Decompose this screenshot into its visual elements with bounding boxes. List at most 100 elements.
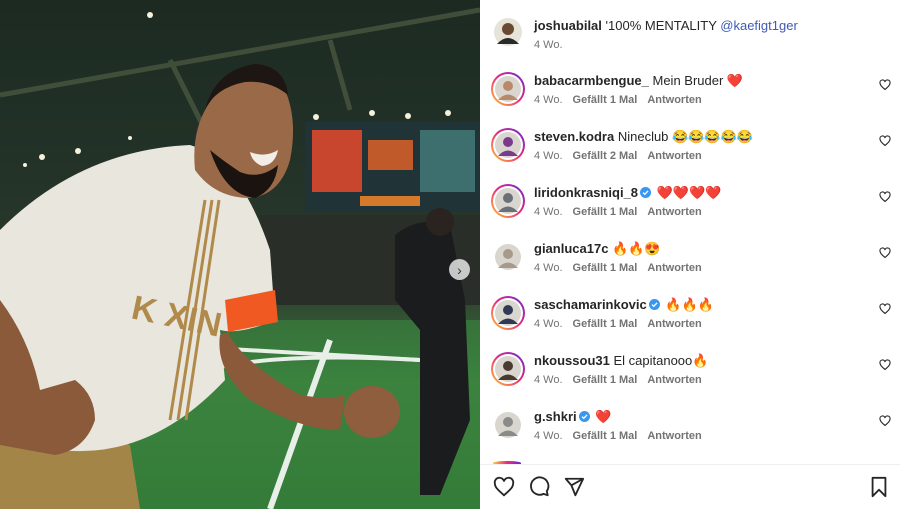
comment-text-line: steven.kodra Nineclub 😂😂😂😂😂: [534, 128, 753, 145]
author-avatar-image: [494, 18, 522, 46]
caption-mention[interactable]: @kaefigt1ger: [720, 18, 798, 33]
comment-meta: 4 Wo. Gefällt 1 Mal Antworten: [534, 430, 712, 442]
post-action-bar: [493, 476, 585, 498]
comment-time[interactable]: 4 Wo.: [534, 206, 563, 218]
comment-like-heart-icon[interactable]: [879, 79, 891, 91]
reply-button[interactable]: Antworten: [647, 206, 701, 218]
comment-meta: 4 Wo. Gefällt 1 Mal Antworten: [534, 318, 714, 330]
chevron-right-icon: ›: [457, 261, 462, 278]
comment-item: nkoussou31 El capitanooo🔥 4 Wo. Gefällt 1 …: [491, 352, 891, 386]
comment-text-line: saschamarinkovic 🔥🔥🔥: [534, 296, 714, 313]
reply-button[interactable]: Antworten: [647, 430, 701, 442]
reply-button[interactable]: Antworten: [647, 94, 701, 106]
avatar-image: [495, 132, 521, 158]
heart-icon[interactable]: [493, 476, 515, 498]
comment-text: ❤️❤️❤️❤️: [656, 185, 722, 200]
caption-text-line: joshuabilal '100% MENTALITY @kaefigt1ger: [534, 17, 798, 34]
next-photo-button[interactable]: ›: [449, 259, 470, 280]
comment-time[interactable]: 4 Wo.: [534, 150, 563, 162]
divider: [480, 464, 900, 465]
comment-item: babacarmbengue_ Mein Bruder ❤️ 4 Wo. Gefäl…: [491, 72, 891, 106]
post-caption: joshuabilal '100% MENTALITY @kaefigt1ger…: [493, 17, 798, 51]
verified-badge-icon: [640, 187, 652, 198]
avatar-image: [495, 356, 521, 382]
comment-time[interactable]: 4 Wo.: [534, 94, 563, 106]
comment-text: 🔥🔥😍: [612, 241, 661, 256]
comment-username[interactable]: g.shkri: [534, 409, 577, 424]
comment-username[interactable]: nkoussou31: [534, 353, 610, 368]
comment-meta: 4 Wo. Gefällt 1 Mal Antworten: [534, 262, 712, 274]
avatar[interactable]: [491, 184, 525, 218]
comment-meta: 4 Wo. Gefällt 1 Mal Antworten: [534, 206, 721, 218]
comment-like-heart-icon[interactable]: [879, 415, 891, 427]
reply-button[interactable]: Antworten: [647, 150, 701, 162]
comment-item: g.shkri ❤️ 4 Wo. Gefällt 1 Mal Antworten: [491, 408, 891, 442]
comment-meta: 4 Wo. Gefällt 1 Mal Antworten: [534, 94, 743, 106]
comment-text-line: g.shkri ❤️: [534, 408, 712, 425]
avatar[interactable]: [491, 352, 525, 386]
comment-text-line: gianluca17c 🔥🔥😍: [534, 240, 712, 257]
reply-button[interactable]: Antworten: [647, 318, 701, 330]
comment-text-line: nkoussou31 El capitanooo🔥: [534, 352, 712, 369]
comment-like-heart-icon[interactable]: [879, 191, 891, 203]
comment-text: ❤️: [595, 409, 612, 424]
comment-item: saschamarinkovic 🔥🔥🔥 4 Wo. Gefällt 1 Mal An…: [491, 296, 891, 330]
comment-time[interactable]: 4 Wo.: [534, 262, 563, 274]
reply-button[interactable]: Antworten: [647, 374, 701, 386]
comment-text-line: babacarmbengue_ Mein Bruder ❤️: [534, 72, 743, 89]
comment-username[interactable]: saschamarinkovic: [534, 297, 647, 312]
avatar[interactable]: [491, 72, 525, 106]
comments-panel: joshuabilal '100% MENTALITY @kaefigt1ger…: [480, 0, 900, 509]
comment-username[interactable]: liridonkrasniqi_8: [534, 185, 638, 200]
comment-username[interactable]: gianluca17c: [534, 241, 608, 256]
comment-text-line: liridonkrasniqi_8 ❤️❤️❤️❤️: [534, 184, 721, 201]
comment-like-heart-icon[interactable]: [879, 247, 891, 259]
comment-likes[interactable]: Gefällt 1 Mal: [573, 206, 638, 218]
caption-text: '100% MENTALITY: [605, 18, 717, 33]
avatar-image: [495, 300, 521, 326]
comment-text: Mein Bruder ❤️: [652, 73, 744, 88]
comment-meta: 4 Wo. Gefällt 1 Mal Antworten: [534, 374, 712, 386]
comment-text: El capitanooo🔥: [613, 353, 709, 368]
caption-username[interactable]: joshuabilal: [534, 18, 602, 33]
post-photo-illustration: K XIN: [0, 7, 480, 509]
share-icon[interactable]: [563, 476, 585, 498]
comment-likes[interactable]: Gefällt 1 Mal: [573, 318, 638, 330]
comment-item: liridonkrasniqi_8 ❤️❤️❤️❤️ 4 Wo. Gefällt 1…: [491, 184, 891, 218]
comment-like-heart-icon[interactable]: [879, 135, 891, 147]
comment-like-heart-icon[interactable]: [879, 303, 891, 315]
comment-likes[interactable]: Gefällt 1 Mal: [573, 430, 638, 442]
avatar[interactable]: [491, 296, 525, 330]
comment-time[interactable]: 4 Wo.: [534, 374, 563, 386]
avatar[interactable]: [491, 128, 525, 162]
comment-text: 🔥🔥🔥: [665, 297, 714, 312]
comment-username[interactable]: babacarmbengue_: [534, 73, 649, 88]
avatar-image: [495, 412, 521, 438]
comment-username[interactable]: steven.kodra: [534, 129, 614, 144]
comment-item: gianluca17c 🔥🔥😍 4 Wo. Gefällt 1 Mal Antwort…: [491, 240, 891, 274]
avatar[interactable]: [491, 408, 525, 442]
comment-like-heart-icon[interactable]: [879, 359, 891, 371]
comment-likes[interactable]: Gefällt 1 Mal: [573, 374, 638, 386]
avatar[interactable]: [493, 17, 523, 47]
post-photo: K XIN ›: [0, 0, 480, 509]
avatar-image: [495, 76, 521, 102]
comment-likes[interactable]: Gefällt 1 Mal: [573, 262, 638, 274]
avatar-image: [495, 188, 521, 214]
comment-meta: 4 Wo. Gefällt 2 Mal Antworten: [534, 150, 753, 162]
comment-item: steven.kodra Nineclub 😂😂😂😂😂 4 Wo. Gefällt …: [491, 128, 891, 162]
comment-time[interactable]: 4 Wo.: [534, 430, 563, 442]
reply-button[interactable]: Antworten: [647, 262, 701, 274]
avatar-image: [495, 244, 521, 270]
verified-badge-icon: [578, 411, 590, 422]
comment-text: Nineclub 😂😂😂😂😂: [617, 129, 753, 144]
avatar[interactable]: [491, 240, 525, 274]
bookmark-icon[interactable]: [868, 476, 890, 498]
verified-badge-icon: [648, 299, 660, 310]
comment-icon[interactable]: [528, 476, 550, 498]
comment-likes[interactable]: Gefällt 2 Mal: [573, 150, 638, 162]
caption-meta: 4 Wo.: [534, 39, 798, 51]
comment-likes[interactable]: Gefällt 1 Mal: [573, 94, 638, 106]
comment-time[interactable]: 4 Wo.: [534, 318, 563, 330]
caption-time[interactable]: 4 Wo.: [534, 39, 563, 51]
